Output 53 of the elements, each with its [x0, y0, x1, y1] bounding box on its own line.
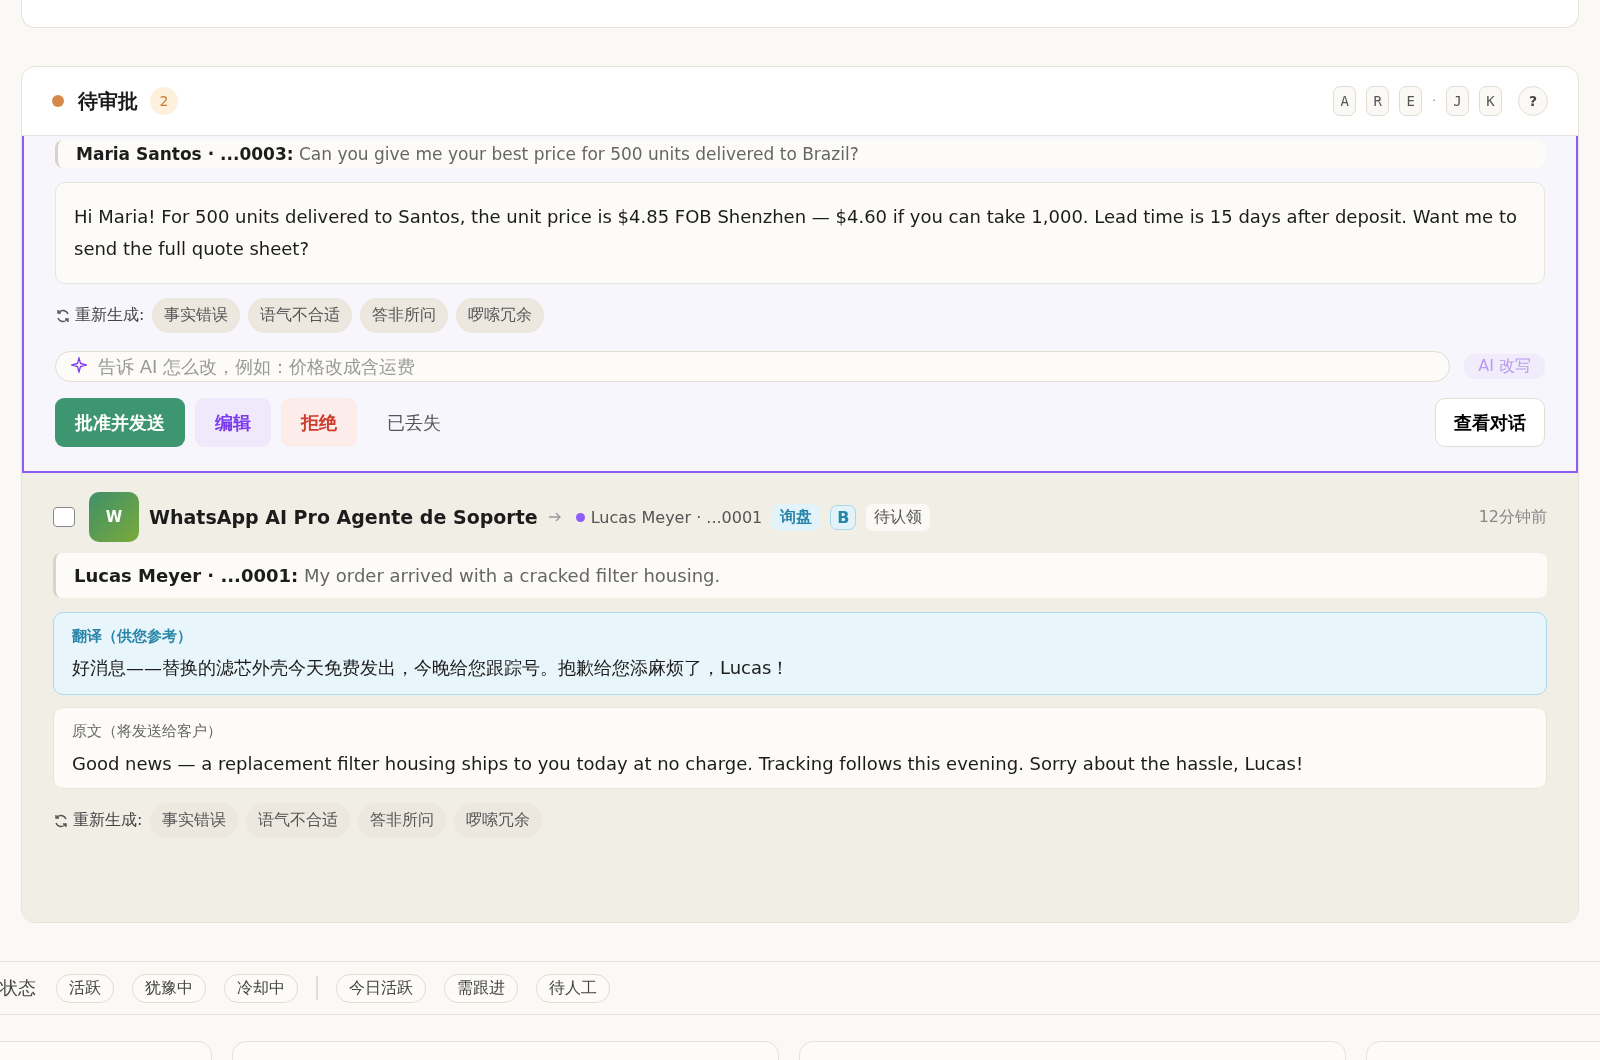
- bot-name: WhatsApp AI Pro Agente de Soporte: [149, 506, 538, 528]
- separator-dot: ·: [1432, 94, 1436, 108]
- intent-tag: 询盘: [772, 503, 821, 531]
- regenerate-label: 重新生成:: [73, 810, 143, 831]
- contact-dot: [575, 512, 585, 522]
- filter-chip[interactable]: 待人工: [535, 973, 610, 1003]
- filter-label: 状态: [0, 976, 36, 1000]
- select-checkbox[interactable]: [53, 507, 75, 527]
- customer-message: Lucas Meyer · ...0001: My order arrived with a cracked filter housing.: [53, 553, 1547, 598]
- approve-send-button[interactable]: 批准并发送: [55, 398, 185, 447]
- filter-chip[interactable]: 需跟进: [443, 973, 518, 1003]
- grade-tag: B: [830, 504, 857, 530]
- edit-button[interactable]: 编辑: [195, 398, 271, 447]
- bot-avatar: W: [89, 492, 139, 542]
- refresh-icon: [53, 812, 69, 829]
- regenerate-reason-button[interactable]: 啰嗦冗余: [456, 298, 545, 333]
- contact-name: Lucas Meyer · ...0001: [590, 507, 763, 527]
- panel-title: 待审批: [78, 87, 138, 115]
- regenerate-reason-button[interactable]: 答非所问: [358, 803, 447, 838]
- reply-draft: Hi Maria! For 500 units delivered to Santos, the unit price is $4.85 FOB Shenzhen — $4.60 if you can take 1,000. Lead time is 15 days after deposit. Want me to send the full quote sheet?: [55, 182, 1545, 284]
- regenerate-reason-button[interactable]: 事实错误: [152, 298, 241, 333]
- shortcut-key: K: [1479, 86, 1502, 116]
- arrow-right-icon: [547, 512, 562, 522]
- status-dot-icon: [52, 95, 64, 107]
- ai-instruction-field[interactable]: 告诉 AI 怎么改，例如：价格改成含运费: [55, 351, 1451, 382]
- translation-text: 好消息——替换的滤芯外壳今天免费发出，今晚给您跟踪号。抱歉给您添麻烦了，Lucas！: [72, 656, 791, 680]
- shortcut-key: J: [1446, 86, 1469, 116]
- help-button[interactable]: ?: [1518, 86, 1548, 116]
- mark-lost-button[interactable]: 已丢失: [367, 398, 461, 447]
- refresh-icon: [55, 307, 71, 324]
- view-conversation-button[interactable]: 查看对话: [1435, 398, 1545, 447]
- customer-message: Maria Santos · ...0003: Can you give me your best price for 500 units delivered to Brazil?: [55, 140, 1545, 168]
- filter-chip[interactable]: 冷却中: [224, 973, 298, 1003]
- regenerate-reason-button[interactable]: 答非所问: [360, 298, 449, 333]
- reject-button[interactable]: 拒绝: [281, 398, 357, 447]
- regenerate-reason-button[interactable]: 事实错误: [150, 803, 239, 838]
- shortcut-key: E: [1399, 86, 1423, 116]
- shortcut-key: R: [1366, 86, 1390, 116]
- regenerate-label: 重新生成:: [75, 305, 145, 326]
- status-tag: 待认领: [866, 503, 931, 531]
- timestamp: 12分钟前: [1478, 506, 1547, 528]
- shortcut-key: A: [1333, 86, 1357, 116]
- translation-label: 翻译（供您参考）: [72, 627, 193, 646]
- filter-chip[interactable]: 活跃: [56, 973, 114, 1003]
- regenerate-reason-button[interactable]: 啰嗦冗余: [454, 803, 543, 838]
- sparkle-icon: [71, 357, 87, 373]
- count-badge: 2: [150, 87, 178, 115]
- filter-chip[interactable]: 犹豫中: [132, 973, 206, 1003]
- regenerate-reason-button[interactable]: 语气不合适: [248, 298, 353, 333]
- regenerate-reason-button[interactable]: 语气不合适: [246, 803, 351, 838]
- original-label: 原文（将发送给客户）: [72, 722, 223, 741]
- filter-chip[interactable]: 今日活跃: [335, 973, 426, 1003]
- original-text: Good news — a replacement filter housing ships to you today at no charge. Tracking follows this evening. Sorry about the hassle, Lucas!: [72, 753, 1305, 774]
